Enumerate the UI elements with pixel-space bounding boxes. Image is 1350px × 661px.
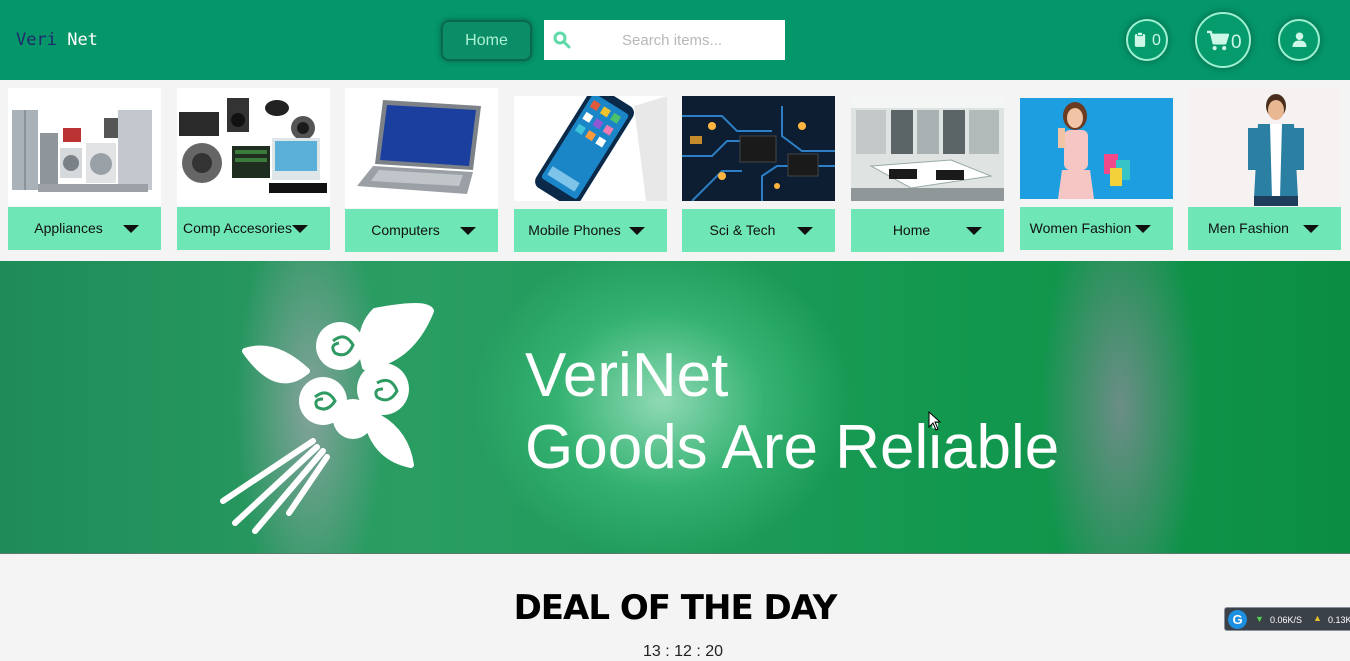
chevron-down-icon[interactable] [797,227,813,235]
category-bar[interactable]: Women Fashion [1020,207,1173,250]
search-icon [553,31,571,49]
network-app-icon: G [1228,610,1247,629]
flower-bouquet-icon [220,303,434,534]
mouse-cursor-icon [928,411,942,431]
category-bar[interactable]: Mobile Phones [514,209,667,252]
clipboard-icon [1134,32,1146,47]
top-navbar: Veri Net Home 0 0 [0,0,1350,80]
cart-count: 0 [1231,32,1242,53]
chevron-down-icon[interactable] [292,225,308,233]
category-label: Home [892,222,931,238]
hero-line2: Goods Are Reliable [525,413,1060,482]
woman-shopping-image [1020,98,1173,199]
category-card-home[interactable]: Home [851,88,1004,254]
category-bar[interactable]: Computers [345,209,498,252]
computer-accessories-image [177,88,330,206]
category-bar[interactable]: Comp Accesories [177,207,330,250]
category-label: Comp Accesories [183,220,292,236]
orders-count: 0 [1152,32,1161,49]
chevron-down-icon[interactable] [123,225,139,233]
smartphone-image [514,96,667,201]
chevron-down-icon[interactable] [1303,225,1319,233]
circuit-board-image [682,96,835,201]
category-label: Women Fashion [1029,220,1132,236]
brand-part1: Veri [16,30,57,50]
category-bar[interactable]: Sci & Tech [682,209,835,252]
user-button[interactable] [1278,19,1320,61]
category-label: Computers [371,222,440,238]
category-card-comp-accessories[interactable]: Comp Accesories [177,88,330,254]
chevron-down-icon[interactable] [1135,225,1151,233]
deal-title: DEAL OF THE DAY [513,588,838,628]
category-bar[interactable]: Home [851,209,1004,252]
upload-arrow-icon: ▲ [1313,613,1322,623]
category-card-women-fashion[interactable]: Women Fashion [1020,88,1173,254]
download-speed: 0.06K/S [1270,615,1303,625]
cart-button[interactable]: 0 [1195,12,1251,68]
laptop-image [345,88,498,208]
category-card-sci-tech[interactable]: Sci & Tech [682,88,835,254]
category-card-computers[interactable]: Computers [345,88,498,254]
chevron-down-icon[interactable] [966,227,982,235]
home-button[interactable]: Home [441,20,532,61]
chevron-down-icon[interactable] [629,227,645,235]
category-label: Sci & Tech [709,222,776,238]
cart-icon [1207,30,1229,51]
chevron-down-icon[interactable] [460,227,476,235]
category-card-men-fashion[interactable]: Men Fashion [1188,88,1341,254]
brand-part2: Net [67,30,98,50]
category-bar[interactable]: Men Fashion [1188,207,1341,250]
download-arrow-icon: ▼ [1255,614,1264,624]
appliances-image [8,88,161,206]
hero-line1: VeriNet [525,341,729,410]
brand-logo[interactable]: Veri Net [16,30,98,50]
user-icon [1292,32,1307,47]
deal-timer: 13 : 12 : 20 [642,643,724,660]
man-fashion-image [1188,88,1341,206]
category-card-appliances[interactable]: Appliances [8,88,161,254]
search-input[interactable] [584,20,779,60]
hero-headline: VeriNet Goods Are Reliable [525,340,1059,484]
orders-button[interactable]: 0 [1126,19,1168,61]
category-bar[interactable]: Appliances [8,207,161,250]
category-card-mobile-phones[interactable]: Mobile Phones [514,88,667,254]
search-box [544,20,785,60]
category-label: Appliances [34,220,103,236]
upload-speed: 0.13K [1328,615,1350,625]
kitchen-image [851,96,1004,201]
network-speed-widget[interactable]: G ▼ 0.06K/S ▲ 0.13K [1224,607,1350,631]
category-label: Mobile Phones [528,222,621,238]
category-label: Men Fashion [1208,220,1289,236]
